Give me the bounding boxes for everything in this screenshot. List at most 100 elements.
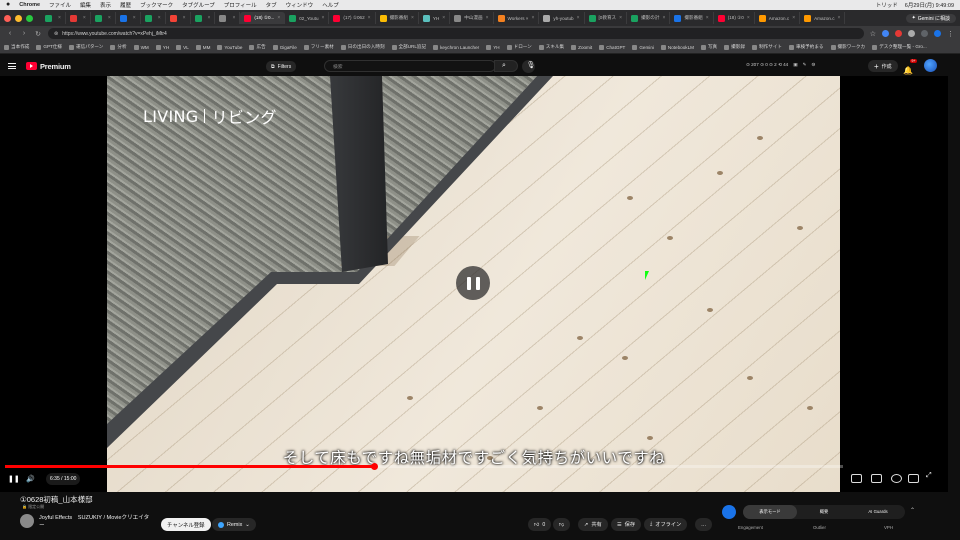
site-info-icon[interactable]: ⊜ (54, 31, 58, 37)
bookmark-item[interactable]: 全部URL追記 (391, 44, 426, 50)
tab[interactable]: × (166, 12, 191, 24)
close-tab-icon[interactable]: × (411, 15, 414, 21)
bookmark-item[interactable]: フリー素材 (303, 44, 334, 50)
tab[interactable]: yh-youtub × (539, 12, 585, 24)
bookmark-item[interactable]: 運信パターン (69, 44, 103, 50)
fullscreen-button[interactable]: ⤢ (926, 472, 937, 483)
tab[interactable]: [0教育ス × (585, 12, 628, 24)
bookmark-item[interactable]: 制作サイト (751, 44, 782, 50)
bookmark-item[interactable]: ドローン (506, 44, 532, 50)
bookmark-item[interactable]: GPT仕様 (36, 44, 62, 50)
close-tab-icon[interactable]: × (486, 15, 489, 21)
menu-edit[interactable]: 編集 (80, 1, 91, 9)
bookmark-item[interactable]: 撮影録 (724, 44, 745, 50)
kebab-menu-icon[interactable]: ⋮ (947, 30, 954, 38)
bookmark-item[interactable]: VL (176, 44, 189, 50)
bookmark-item[interactable]: 日の出日の入時刻 (340, 44, 385, 50)
bookmark-item[interactable]: ChatGPT (599, 44, 625, 50)
tab[interactable]: × (191, 12, 216, 24)
bookmark-item[interactable]: Gemini (632, 44, 654, 50)
bookmark-item[interactable]: MM (195, 44, 210, 50)
close-tab-icon[interactable]: × (442, 15, 445, 21)
extension-icon[interactable] (882, 30, 889, 37)
youtube-logo[interactable]: Premium (26, 62, 71, 71)
bookmark-item[interactable]: 広告 (249, 44, 266, 50)
close-tab-icon[interactable]: × (108, 15, 111, 21)
like-button[interactable]: 👍︎ 0 (528, 518, 552, 531)
segment-display-mode[interactable]: 表示モード (743, 505, 797, 519)
tab[interactable]: (18) ①0 × (714, 12, 755, 24)
close-tab-icon[interactable]: × (277, 15, 280, 21)
user-avatar[interactable] (924, 59, 937, 72)
tab[interactable]: 撮影番組 × (670, 12, 714, 24)
back-icon[interactable]: ‹ (6, 30, 14, 37)
tab[interactable]: 中山漫画 × (450, 12, 494, 24)
create-button[interactable]: + 作成 (868, 60, 898, 72)
close-tab-icon[interactable]: × (232, 15, 235, 21)
segment-ai-guards[interactable]: AI Guards (851, 505, 905, 519)
share-button[interactable]: ↗ 共有 (578, 518, 608, 531)
close-tab-icon[interactable]: × (747, 15, 750, 21)
play-button[interactable]: ❚❚ (8, 473, 20, 485)
tab[interactable]: 撮影の計 × (627, 12, 671, 24)
forward-icon[interactable]: › (20, 30, 28, 37)
zoom-window-button[interactable] (26, 14, 33, 22)
cast-icon[interactable]: ▣ (793, 62, 797, 68)
gemini-button[interactable]: ✦ Gemini に相談 (905, 13, 956, 23)
close-tab-icon[interactable]: × (532, 15, 535, 21)
menu-profiles[interactable]: プロフィール (224, 1, 257, 9)
tab[interactable]: (17) ①062 × (329, 12, 376, 24)
menu-tabgroups[interactable]: タブグループ (182, 1, 215, 9)
bookmark-item[interactable]: keychron Launcher (433, 44, 479, 50)
menu-file[interactable]: ファイル (49, 1, 71, 9)
close-tab-icon[interactable]: × (838, 15, 841, 21)
bookmark-item[interactable]: GigaFile (272, 44, 297, 50)
tab[interactable]: × (41, 12, 66, 24)
gear-icon[interactable]: ⚙ (811, 62, 815, 68)
tab[interactable]: Amazon.c × (800, 12, 846, 24)
menu-window[interactable]: ウィンドウ (286, 1, 314, 9)
bookmark-star-icon[interactable]: ☆ (870, 30, 876, 38)
notifications-button[interactable]: 🔔 9+ (903, 59, 917, 75)
search-input[interactable]: 検索 (324, 60, 496, 72)
bookmark-item[interactable]: 分析 (110, 44, 127, 50)
bookmark-item[interactable]: スキル集 (538, 44, 564, 50)
menubar-user[interactable]: トリッド (876, 1, 898, 9)
apple-icon[interactable]: ● (6, 0, 10, 10)
bookmark-item[interactable]: 写真 (700, 44, 717, 50)
close-tab-icon[interactable]: × (158, 15, 161, 21)
close-tab-icon[interactable]: × (58, 15, 61, 21)
scrubber-handle[interactable] (370, 463, 378, 470)
dislike-button[interactable]: 👎︎ (553, 518, 571, 531)
close-tab-icon[interactable]: × (706, 15, 709, 21)
menu-tab[interactable]: タブ (266, 1, 277, 9)
address-bar[interactable]: ⊜ https://www.youtube.com/watch?v=xPehj_… (48, 28, 864, 39)
close-tab-icon[interactable]: × (322, 15, 325, 21)
tab[interactable]: Workers × × (494, 12, 540, 24)
close-tab-icon[interactable]: × (183, 15, 186, 21)
reload-icon[interactable]: ↻ (34, 30, 42, 38)
bookmark-item[interactable]: Zoomit (571, 44, 592, 50)
profile-avatar[interactable] (934, 30, 941, 37)
tab[interactable]: × (141, 12, 166, 24)
pause-overlay-button[interactable] (456, 266, 490, 300)
tab-active[interactable]: (18) ①0... × (240, 12, 286, 24)
menu-bookmarks[interactable]: ブックマーク (140, 1, 173, 9)
close-tab-icon[interactable]: × (368, 15, 371, 21)
offline-button[interactable]: ⤓ オフライン (644, 518, 688, 531)
theater-button[interactable] (908, 474, 919, 483)
close-tab-icon[interactable]: × (619, 15, 622, 21)
subtitles-button[interactable] (871, 474, 882, 483)
volume-button[interactable]: 🔊 (26, 473, 35, 485)
close-tab-icon[interactable]: × (83, 15, 86, 21)
bookmark-item[interactable]: YouTube (217, 44, 242, 50)
tab[interactable]: × (215, 12, 241, 24)
bookmark-item[interactable]: 撮影ワークカ (830, 44, 865, 50)
tab[interactable]: × (66, 12, 91, 24)
tab[interactable]: 02_Youtu × (285, 12, 330, 24)
more-actions-button[interactable]: … (695, 518, 713, 531)
tab[interactable]: Amazon.c × (755, 12, 801, 24)
settings-button[interactable] (891, 474, 902, 483)
bookmark-item[interactable]: NotebookLM (660, 44, 694, 50)
save-button[interactable]: ☰ 保存 (611, 518, 642, 531)
